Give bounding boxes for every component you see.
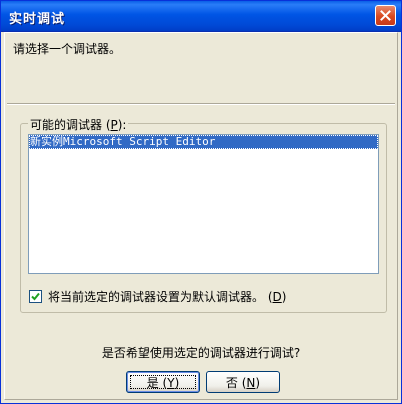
mnemonic-d: D <box>272 290 282 304</box>
close-icon <box>380 10 391 21</box>
question-text: 是否希望使用选定的调试器进行调试? <box>101 346 301 360</box>
prompt-text: 请选择一个调试器。 <box>13 42 122 56</box>
list-item[interactable]: 新实例Microsoft Script Editor <box>29 135 378 149</box>
debugger-dialog: 实时调试 请选择一个调试器。 可能的调试器 (P): 新实例Microsoft … <box>0 0 402 404</box>
window-title: 实时调试 <box>9 12 66 27</box>
no-button-label: 否 (N) <box>225 375 261 390</box>
set-default-checkbox-row[interactable]: 将当前选定的调试器设置为默认调试器。 (D) <box>29 288 286 305</box>
close-button[interactable] <box>375 5 396 26</box>
mnemonic-p: P <box>110 118 118 132</box>
set-default-label: 将当前选定的调试器设置为默认调试器。 (D) <box>48 290 287 304</box>
yes-button-label: 是 (Y) <box>146 375 180 390</box>
yes-button[interactable]: 是 (Y) <box>126 371 200 393</box>
debuggers-group-label: 可能的调试器 (P): <box>28 116 129 133</box>
debuggers-groupbox: 可能的调试器 (P): 新实例Microsoft Script Editor 将… <box>20 116 387 313</box>
title-bar[interactable]: 实时调试 <box>1 1 401 32</box>
set-default-checkbox[interactable] <box>29 290 42 303</box>
dialog-body: 请选择一个调试器。 可能的调试器 (P): 新实例Microsoft Scrip… <box>4 32 398 400</box>
no-button[interactable]: 否 (N) <box>206 371 280 393</box>
debuggers-listbox[interactable]: 新实例Microsoft Script Editor <box>28 134 379 274</box>
checkmark-icon <box>31 292 40 301</box>
separator <box>7 103 395 105</box>
